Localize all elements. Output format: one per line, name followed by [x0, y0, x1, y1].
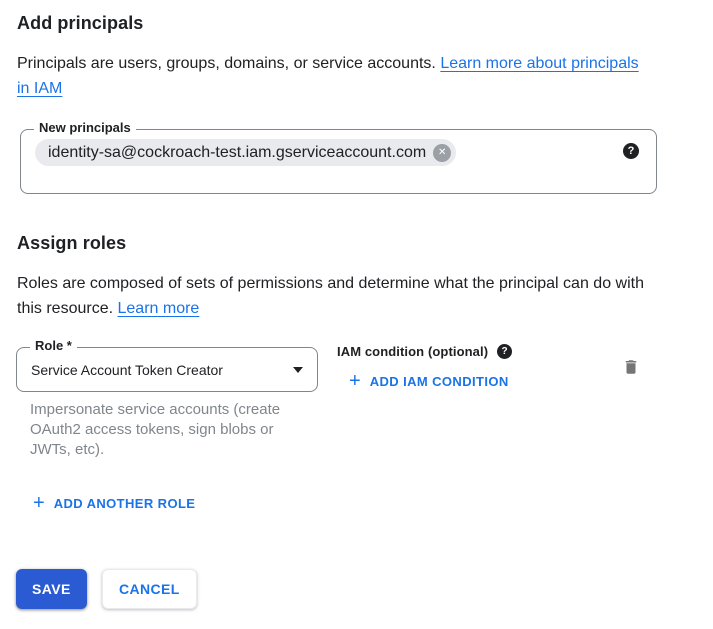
plus-icon: +: [349, 372, 361, 390]
principals-help-icon[interactable]: ?: [623, 143, 639, 159]
delete-role-button[interactable]: [620, 355, 642, 379]
role-label: Role *: [30, 338, 77, 353]
principal-chip-text: identity-sa@cockroach-test.iam.gservicea…: [48, 144, 426, 162]
add-another-role-label: ADD ANOTHER ROLE: [54, 496, 196, 511]
remove-principal-icon[interactable]: ✕: [433, 144, 451, 162]
role-select-inner: Service Account Token Creator: [17, 348, 317, 391]
roles-description: Roles are composed of sets of permission…: [17, 271, 645, 321]
new-principals-field[interactable]: New principals identity-sa@cockroach-tes…: [20, 129, 657, 194]
principals-description-text: Principals are users, groups, domains, o…: [17, 55, 436, 72]
page-title: Add principals: [17, 13, 143, 34]
new-principals-label: New principals: [34, 120, 136, 135]
assign-roles-title: Assign roles: [17, 233, 126, 254]
add-principals-panel: Add principals Principals are users, gro…: [0, 0, 713, 629]
principals-description: Principals are users, groups, domains, o…: [17, 51, 645, 101]
role-help-text: Impersonate service accounts (create OAu…: [30, 400, 305, 460]
cancel-button[interactable]: CANCEL: [102, 569, 197, 609]
add-iam-condition-label: ADD IAM CONDITION: [370, 374, 509, 389]
learn-more-roles-link[interactable]: Learn more: [118, 300, 200, 317]
iam-condition-help-icon[interactable]: ?: [497, 344, 512, 359]
role-selected-value: Service Account Token Creator: [31, 362, 293, 378]
add-iam-condition-button[interactable]: + ADD IAM CONDITION: [349, 372, 509, 390]
add-another-role-button[interactable]: + ADD ANOTHER ROLE: [33, 494, 195, 512]
dropdown-arrow-icon: [293, 367, 303, 373]
iam-condition-header: IAM condition (optional) ?: [337, 344, 512, 359]
iam-condition-label: IAM condition (optional): [337, 344, 488, 359]
plus-icon: +: [33, 494, 45, 512]
trash-icon: [622, 357, 640, 377]
role-select[interactable]: Role * Service Account Token Creator: [16, 347, 318, 392]
roles-description-text: Roles are composed of sets of permission…: [17, 275, 644, 317]
principal-chip: identity-sa@cockroach-test.iam.gservicea…: [35, 139, 456, 166]
save-button[interactable]: SAVE: [16, 569, 87, 609]
